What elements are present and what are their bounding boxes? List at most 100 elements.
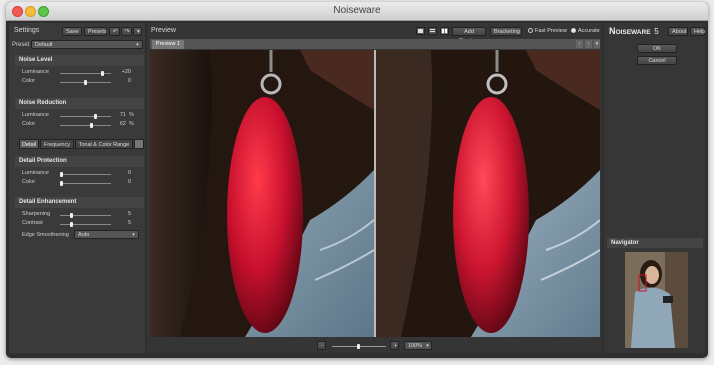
chevron-down-icon: ▾ bbox=[132, 232, 135, 238]
slider-knob[interactable] bbox=[90, 123, 93, 128]
detail-protection-header: Detail Protection bbox=[15, 156, 144, 167]
accurate-label: Accurate bbox=[578, 28, 600, 34]
bracketing-button[interactable]: Bracketing bbox=[490, 27, 522, 36]
slider-value: 71 bbox=[119, 112, 126, 118]
slider-knob[interactable] bbox=[70, 213, 73, 218]
slider-knob[interactable] bbox=[94, 114, 97, 119]
tab-preview-1[interactable]: Preview 1 bbox=[152, 40, 184, 49]
preset-label: Preset bbox=[12, 42, 30, 48]
minus-icon: - bbox=[321, 343, 323, 349]
noise-reduction-header: Noise Reduction bbox=[15, 98, 144, 109]
tab-frequency[interactable]: Frequency bbox=[40, 139, 74, 149]
undo-icon: ↶ bbox=[113, 29, 118, 35]
undo-button[interactable]: ↶ bbox=[109, 27, 120, 36]
preset-select[interactable]: Default ▾ bbox=[31, 40, 143, 49]
preview-image-processed[interactable] bbox=[376, 50, 600, 337]
chevron-down-icon: ▾ bbox=[595, 41, 599, 47]
slider-value: 5 bbox=[127, 220, 131, 226]
slider-track[interactable] bbox=[60, 71, 111, 76]
fast-preview-label: Fast Preview bbox=[535, 28, 567, 34]
zoom-select[interactable]: 100% ▾ bbox=[404, 341, 432, 350]
zoom-in-button[interactable]: + bbox=[390, 341, 399, 350]
redo-button[interactable]: ↷ bbox=[121, 27, 132, 36]
slider-value: 5 bbox=[127, 211, 131, 217]
navigator-photo bbox=[625, 252, 688, 348]
navigator-thumbnail[interactable] bbox=[625, 252, 688, 348]
edge-smoothening-value: Auto bbox=[78, 232, 90, 238]
help-button[interactable]: Help bbox=[690, 27, 705, 36]
chevron-down-icon: ▾ bbox=[137, 29, 140, 35]
slider-label: Sharpening bbox=[22, 211, 51, 217]
slider-track[interactable] bbox=[60, 213, 111, 218]
slider-track[interactable] bbox=[60, 172, 111, 177]
slider-track[interactable] bbox=[60, 222, 111, 227]
slider-label: Luminance bbox=[22, 170, 49, 176]
slider-label: Contrast bbox=[22, 220, 43, 226]
earring-photo-processed bbox=[376, 50, 600, 337]
slider-knob[interactable] bbox=[60, 181, 63, 186]
layout-split-v-button[interactable] bbox=[440, 27, 449, 35]
zoom-slider[interactable] bbox=[332, 344, 386, 349]
logo-version: 5 bbox=[654, 27, 659, 36]
preset-value: Default bbox=[35, 42, 53, 48]
presets-button[interactable]: Presets bbox=[84, 27, 107, 36]
preview-title: Preview bbox=[151, 27, 176, 34]
slider-track[interactable] bbox=[60, 181, 111, 186]
edge-smoothening-select[interactable]: Auto ▾ bbox=[74, 230, 139, 239]
slider-value: +20 bbox=[121, 69, 131, 75]
title-bar: Noiseware bbox=[6, 2, 708, 21]
navigator-header: Navigator bbox=[607, 238, 703, 248]
noise-level-header: Noise Level bbox=[15, 55, 144, 66]
layout-split-h-button[interactable] bbox=[428, 27, 437, 35]
noiseware-logo: NOISEWARE 5 bbox=[609, 26, 659, 36]
fast-preview-radio[interactable] bbox=[528, 28, 533, 33]
tab-tonal-color-range[interactable]: Tonal & Color Range bbox=[75, 139, 133, 149]
slider-track[interactable] bbox=[60, 80, 111, 85]
window-title: Noiseware bbox=[333, 5, 381, 16]
slider-track[interactable] bbox=[60, 123, 111, 128]
zoom-out-button[interactable]: - bbox=[317, 341, 326, 350]
slider-knob[interactable] bbox=[84, 80, 87, 85]
slider-unit: % bbox=[129, 112, 134, 118]
slider-label: Luminance bbox=[22, 69, 49, 75]
add-preview-button[interactable]: Add Preview bbox=[452, 27, 486, 44]
tab-menu-button[interactable]: ▾ bbox=[594, 40, 600, 48]
save-button[interactable]: Save bbox=[62, 27, 82, 36]
layout-split-h-icon bbox=[430, 29, 435, 30]
slider-value: 0 bbox=[127, 78, 131, 84]
chevron-right-icon: › bbox=[587, 41, 590, 47]
chevron-down-icon: ▾ bbox=[426, 343, 429, 349]
redo-icon: ↷ bbox=[125, 29, 130, 35]
about-button[interactable]: About bbox=[668, 27, 688, 36]
preview-image-original[interactable] bbox=[150, 50, 374, 337]
slider-label: Color bbox=[22, 121, 36, 127]
next-tab-button[interactable]: › bbox=[585, 40, 592, 48]
detail-enhancement-header: Detail Enhancement bbox=[15, 197, 144, 208]
slider-label: Color bbox=[22, 78, 36, 84]
tab-detail[interactable]: Detail bbox=[19, 139, 39, 149]
settings-menu-button[interactable]: ▾ bbox=[133, 27, 142, 36]
logo-text: OISEWARE bbox=[615, 29, 651, 36]
earring-photo-original bbox=[150, 50, 374, 337]
prev-tab-button[interactable]: ‹ bbox=[576, 40, 583, 48]
zoom-value: 100% bbox=[408, 343, 423, 349]
slider-unit: % bbox=[129, 121, 134, 127]
accurate-radio[interactable] bbox=[571, 28, 576, 33]
slider-label: Luminance bbox=[22, 112, 49, 118]
layout-single-button[interactable] bbox=[416, 27, 425, 35]
zoom-slider-knob[interactable] bbox=[357, 344, 360, 349]
settings-title: Settings bbox=[14, 27, 40, 34]
slider-track[interactable] bbox=[60, 114, 111, 119]
slider-value: 0 bbox=[127, 170, 131, 176]
chevron-left-icon: ‹ bbox=[578, 41, 581, 47]
tab-strip-rest bbox=[134, 139, 144, 149]
slider-value: 62 bbox=[119, 121, 126, 127]
plus-icon: + bbox=[394, 343, 398, 349]
slider-knob[interactable] bbox=[101, 71, 104, 76]
cancel-button[interactable]: Cancel bbox=[637, 56, 677, 65]
slider-value: 0 bbox=[127, 179, 131, 185]
app-window: Noiseware Settings Save Presets ↶ ↷ ▾ Pr… bbox=[6, 2, 708, 358]
slider-knob[interactable] bbox=[60, 172, 63, 177]
slider-knob[interactable] bbox=[70, 222, 73, 227]
ok-button[interactable]: OK bbox=[637, 44, 677, 53]
